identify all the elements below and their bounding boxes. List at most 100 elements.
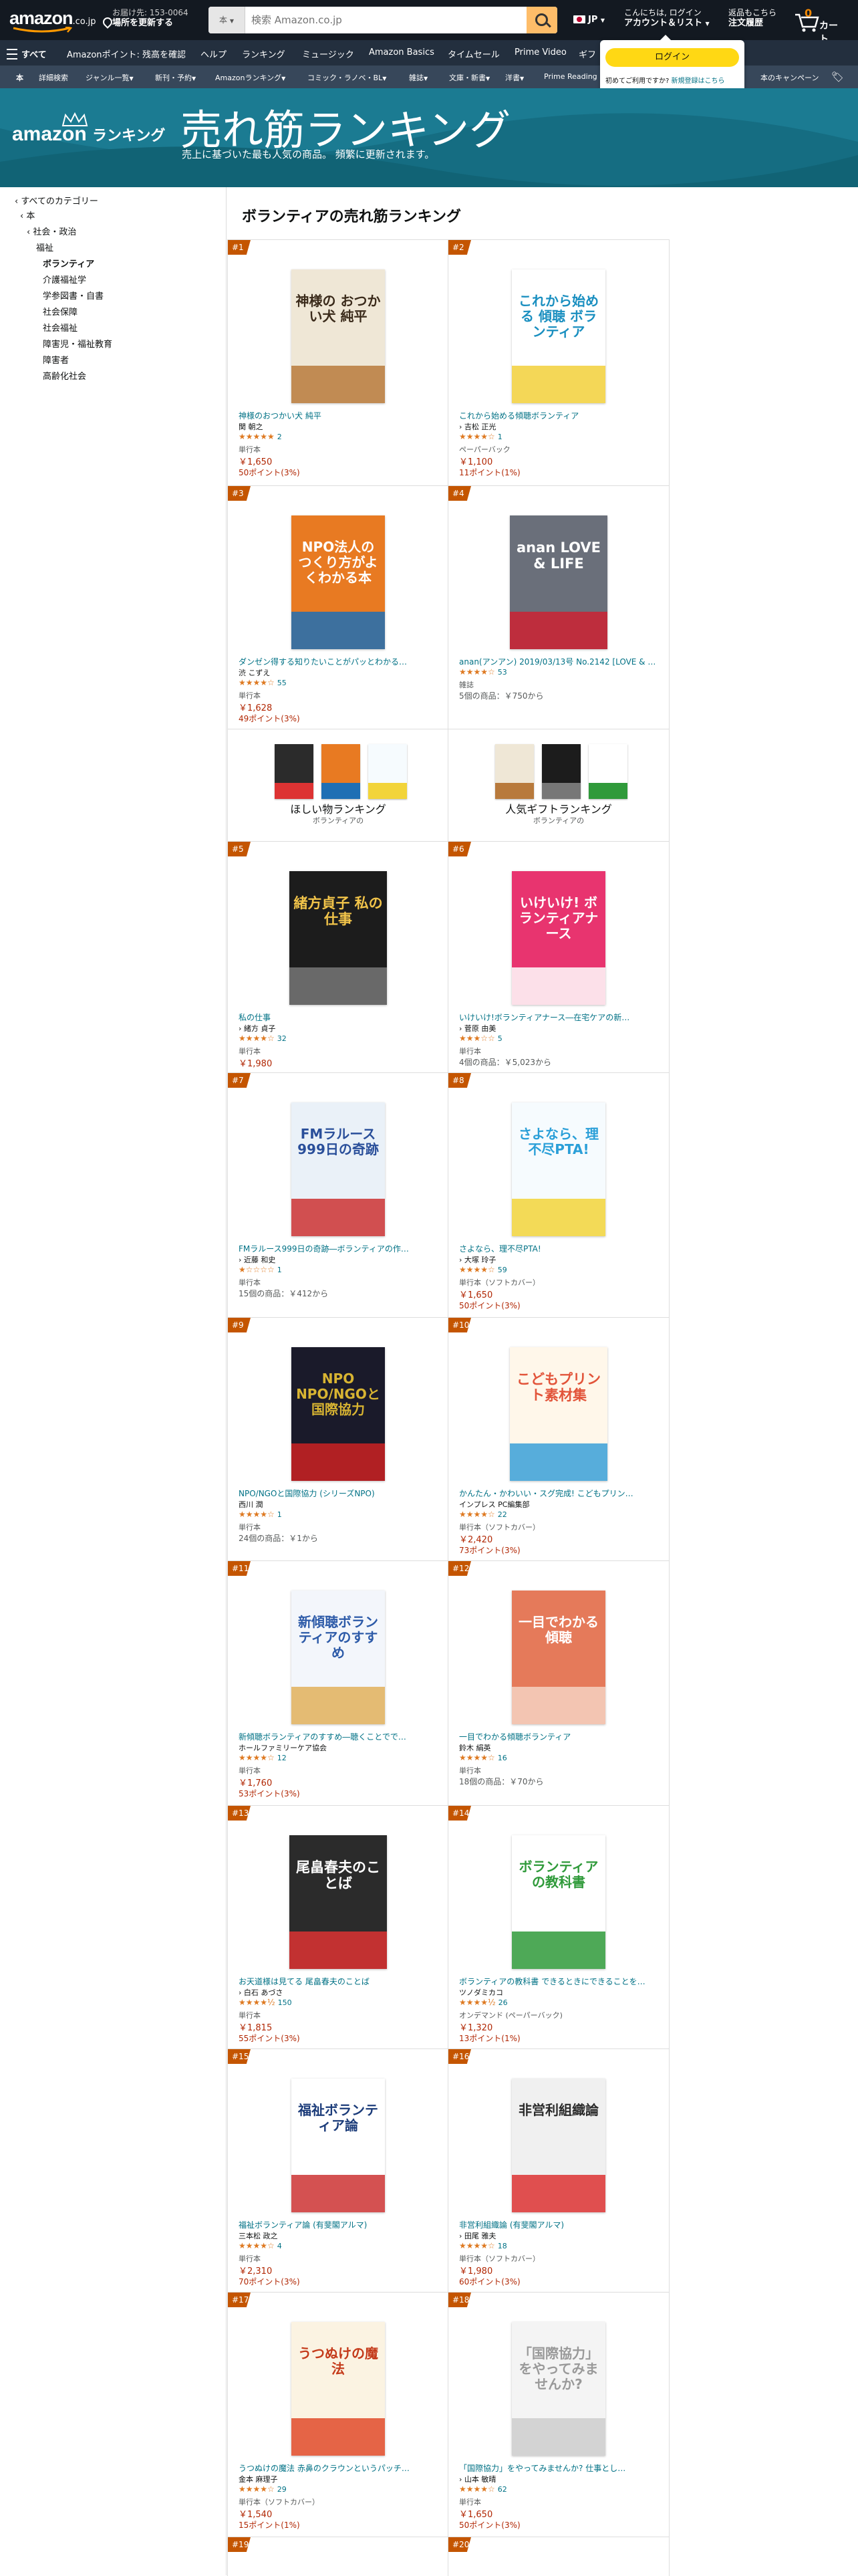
product-title-link[interactable]: ダンゼン得する知りたいことがパッとわかる… bbox=[239, 656, 439, 667]
nav-music[interactable]: ミュージック bbox=[302, 47, 354, 60]
book-cover-image[interactable]: NPO法人のつくり方がよくわかる本 bbox=[291, 515, 385, 649]
product-title-link[interactable]: これから始める傾聴ボランティア bbox=[459, 410, 660, 421]
star-rating[interactable]: ★★★★☆ 4 bbox=[239, 2241, 282, 2250]
product-price[interactable]: ￥1,650 bbox=[459, 2507, 492, 2520]
search-button[interactable] bbox=[527, 7, 557, 33]
product-offers-link[interactable]: 18個の商品：￥70から bbox=[459, 1776, 544, 1787]
nav-help[interactable]: ヘルプ bbox=[200, 47, 227, 60]
subnav-campaign[interactable]: 本のキャンペーン bbox=[760, 72, 819, 83]
review-count[interactable]: 1 bbox=[277, 1266, 282, 1274]
book-cover-image[interactable]: 神様の おつかい犬 純平 bbox=[291, 269, 385, 403]
star-rating[interactable]: ★★★★☆ 29 bbox=[239, 2484, 287, 2494]
product-author[interactable]: 鈴木 絹英 bbox=[459, 1742, 491, 1753]
star-rating[interactable]: ★☆☆☆☆ 1 bbox=[239, 1265, 282, 1274]
amazon-logo[interactable]: amazon.co.jp bbox=[9, 8, 103, 33]
subnav-magazines[interactable]: 雑誌▼ bbox=[409, 72, 428, 83]
product-author[interactable]: 西川 潤 bbox=[239, 1499, 263, 1510]
subnav-genres[interactable]: ジャンル一覧▼ bbox=[86, 72, 134, 83]
review-count[interactable]: 62 bbox=[498, 2485, 507, 2494]
book-cover-image[interactable]: 尾畠春夫のことば bbox=[289, 1835, 387, 1969]
product-price[interactable]: ￥1,540 bbox=[239, 2507, 272, 2520]
book-cover-image[interactable]: ボランティアの教科書 bbox=[512, 1835, 605, 1969]
review-count[interactable]: 26 bbox=[498, 1998, 508, 2007]
book-cover-image[interactable]: 緒方貞子 私の仕事 bbox=[289, 871, 387, 1005]
book-cover-image[interactable]: FMラルース 999日の奇跡 bbox=[291, 1102, 385, 1236]
review-count[interactable]: 55 bbox=[277, 679, 287, 687]
review-count[interactable]: 150 bbox=[278, 1998, 292, 2007]
ranking-promo-card[interactable]: 人気ギフトランキング ボランティアの bbox=[448, 729, 670, 842]
nav-all[interactable]: すべて bbox=[21, 47, 47, 60]
sidebar-item-disabled[interactable]: 障害者 bbox=[43, 353, 69, 366]
product-title-link[interactable]: 新傾聴ボランティアのすすめ―聴くことでで… bbox=[239, 1731, 439, 1742]
star-rating[interactable]: ★★★☆☆ 5 bbox=[459, 1034, 503, 1043]
star-rating[interactable]: ★★★★☆ 22 bbox=[459, 1510, 507, 1519]
product-price[interactable]: ￥1,320 bbox=[459, 2020, 492, 2033]
book-cover-image[interactable]: 「国際協力」をやってみませんか? bbox=[512, 2322, 605, 2456]
sidebar-item-society-politics[interactable]: ‹ 社会・政治 bbox=[27, 225, 76, 237]
subnav-new[interactable]: 新刊・予約▼ bbox=[155, 72, 196, 83]
product-author[interactable]: 金本 麻理子 bbox=[239, 2474, 278, 2484]
star-rating[interactable]: ★★★★☆ 16 bbox=[459, 1753, 507, 1762]
book-cover-image[interactable]: うつぬけの魔法 bbox=[291, 2322, 385, 2456]
sidebar-item-books[interactable]: ‹ 本 bbox=[20, 209, 35, 221]
review-count[interactable]: 32 bbox=[277, 1034, 287, 1043]
review-count[interactable]: 22 bbox=[498, 1510, 507, 1519]
product-price[interactable]: ￥1,628 bbox=[239, 701, 272, 713]
review-count[interactable]: 4 bbox=[277, 2242, 282, 2250]
product-title-link[interactable]: 「国際協力」をやってみませんか? 仕事とし… bbox=[459, 2462, 660, 2474]
search-category-dropdown[interactable]: 本 ▼ bbox=[208, 7, 245, 33]
product-price[interactable]: ￥1,980 bbox=[239, 1056, 272, 1069]
product-offers-link[interactable]: 5個の商品：￥750から bbox=[459, 690, 544, 701]
product-price[interactable]: ￥1,980 bbox=[459, 2264, 492, 2276]
review-count[interactable]: 53 bbox=[498, 668, 507, 677]
product-author[interactable]: › 山本 敏晴 bbox=[459, 2474, 496, 2484]
review-count[interactable]: 2 bbox=[277, 433, 282, 441]
product-author[interactable]: › 白石 あづさ bbox=[239, 1987, 283, 1998]
language-selector[interactable]: JP ▼ bbox=[573, 15, 605, 25]
book-cover-image[interactable]: NPO NPO/NGOと国際協力 bbox=[291, 1347, 385, 1481]
book-cover-image[interactable]: こどもプリント素材集 bbox=[510, 1347, 607, 1481]
sidebar-item-disabled-children[interactable]: 障害児・福祉教育 bbox=[43, 337, 112, 350]
product-title-link[interactable]: anan(アンアン) 2019/03/13号 No.2142 [LOVE & L… bbox=[459, 656, 660, 667]
product-author[interactable]: › 緒方 貞子 bbox=[239, 1023, 275, 1034]
book-cover-image[interactable]: いけいけ! ボランティアナース bbox=[512, 871, 605, 1005]
star-rating[interactable]: ★★★★☆ 59 bbox=[459, 1265, 507, 1274]
sidebar-item-reference-books[interactable]: 学参図書・自書 bbox=[43, 289, 104, 302]
product-price[interactable]: ￥1,760 bbox=[239, 1776, 272, 1788]
product-title-link[interactable]: 神様のおつかい犬 純平 bbox=[239, 410, 439, 421]
product-offers-link[interactable]: 15個の商品：￥412から bbox=[239, 1288, 328, 1299]
star-rating[interactable]: ★★★★☆ 53 bbox=[459, 667, 507, 677]
sidebar-item-social-security[interactable]: 社会保障 bbox=[43, 305, 78, 318]
star-rating[interactable]: ★★★★☆ 1 bbox=[239, 1510, 282, 1519]
product-title-link[interactable]: NPO/NGOと国際協力 (シリーズNPO) bbox=[239, 1488, 439, 1499]
product-author[interactable]: 渋 こずえ bbox=[239, 667, 270, 678]
book-cover-image[interactable]: さよなら、理不尽PTA! bbox=[512, 1102, 605, 1236]
nav-timesale[interactable]: タイムセール bbox=[448, 47, 500, 60]
book-cover-image[interactable]: これから始める 傾聴 ボランティア bbox=[512, 269, 605, 403]
review-count[interactable]: 29 bbox=[277, 2485, 287, 2494]
star-rating[interactable]: ★★★★☆ 18 bbox=[459, 2241, 507, 2250]
nav-points[interactable]: Amazonポイント: 残高を確認 bbox=[67, 47, 186, 60]
tag-icon[interactable]: 🏷 bbox=[831, 71, 844, 83]
sidebar-item-all-categories[interactable]: ‹ すべてのカテゴリー bbox=[15, 194, 98, 207]
nav-amazon-basics[interactable]: Amazon Basics bbox=[369, 47, 434, 57]
deliver-to[interactable]: お届け先: 153-0064 場所を更新する bbox=[101, 8, 188, 29]
product-author[interactable]: › 菅原 由美 bbox=[459, 1023, 496, 1034]
product-author[interactable]: インプレス PC編集部 bbox=[459, 1499, 529, 1510]
account-menu[interactable]: こんにちは, ログイン アカウント＆リスト ▼ bbox=[624, 8, 710, 29]
subnav-books[interactable]: 本 bbox=[16, 72, 23, 83]
star-rating[interactable]: ★★★★★ 2 bbox=[239, 432, 282, 441]
orders-link[interactable]: 返品もこちら 注文履歴 bbox=[728, 8, 776, 28]
product-price[interactable]: ￥2,310 bbox=[239, 2264, 272, 2276]
review-count[interactable]: 1 bbox=[277, 1510, 282, 1519]
product-title-link[interactable]: 一目でわかる傾聴ボランティア bbox=[459, 1731, 660, 1742]
subnav-bunko[interactable]: 文庫・新書▼ bbox=[449, 72, 490, 83]
star-rating[interactable]: ★★★★☆ 1 bbox=[459, 432, 503, 441]
book-cover-image[interactable]: 福祉ボランティア論 bbox=[291, 2079, 385, 2212]
review-count[interactable]: 18 bbox=[498, 2242, 507, 2250]
star-rating[interactable]: ★★★★☆ 32 bbox=[239, 1034, 287, 1043]
review-count[interactable]: 59 bbox=[498, 1266, 507, 1274]
product-author[interactable]: › 大塚 玲子 bbox=[459, 1254, 496, 1265]
subnav-comics[interactable]: コミック・ラノベ・BL▼ bbox=[307, 72, 386, 83]
subnav-prime-reading[interactable]: Prime Reading bbox=[544, 72, 597, 81]
